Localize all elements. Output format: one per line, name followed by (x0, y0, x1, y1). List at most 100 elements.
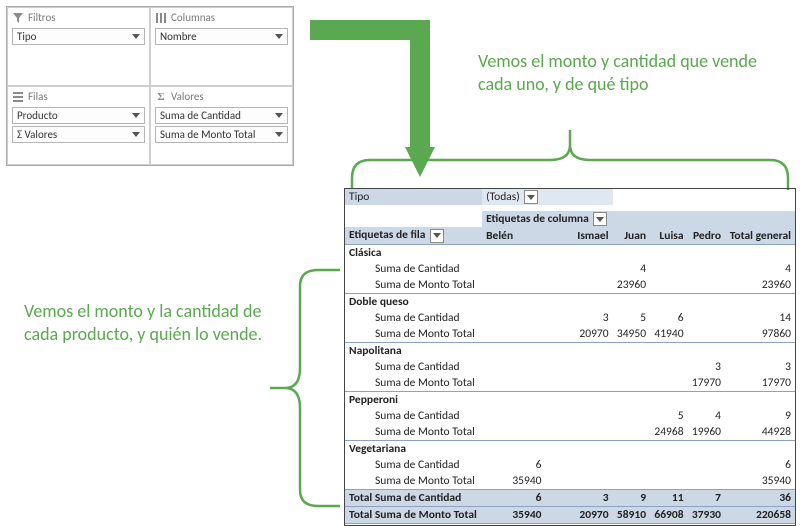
cell: 3 (545, 489, 612, 506)
cell (545, 424, 612, 441)
chevron-down-icon (132, 34, 140, 39)
row-measure: Suma de Cantidad (345, 408, 482, 424)
brace-left-icon (270, 268, 340, 508)
cell (545, 408, 612, 424)
cell (482, 326, 545, 343)
field-pill-suma-cantidad[interactable]: Suma de Cantidad (155, 107, 288, 124)
row-measure: Suma de Monto Total (345, 277, 482, 294)
cell (482, 359, 545, 375)
brace-top-icon (350, 130, 790, 190)
col-header-grand[interactable]: Total general (725, 227, 795, 244)
field-pill-producto[interactable]: Producto (12, 107, 145, 124)
zone-filters-label: Filtros (28, 11, 56, 24)
cell: 41940 (650, 326, 687, 343)
cell (545, 261, 612, 277)
cell (650, 359, 687, 375)
dropdown-icon[interactable] (593, 212, 607, 226)
field-pill-tipo[interactable]: Tipo (12, 28, 145, 45)
cell-total: 6 (725, 457, 795, 473)
table-row: Suma de Cantidad 5 4 9 (345, 408, 795, 424)
row-measure: Suma de Monto Total (345, 375, 482, 392)
sigma-icon: Σ (155, 91, 167, 103)
row-measure: Suma de Monto Total (345, 473, 482, 490)
field-pill-label: Suma de Monto Total (160, 128, 255, 141)
cell (545, 359, 612, 375)
pivot-col-axis-label[interactable]: Etiquetas de columna (482, 211, 612, 227)
field-pill-values-axis[interactable]: Σ Valores (12, 126, 145, 143)
row-product[interactable]: Vegetariana (345, 440, 795, 457)
table-row: Suma de Monto Total 24968 19960 44928 (345, 424, 795, 441)
cell: 6 (482, 457, 545, 473)
cell: 7 (688, 489, 725, 506)
col-header[interactable]: Luisa (650, 227, 687, 244)
col-header[interactable]: Juan (613, 227, 650, 244)
row-measure: Suma de Cantidad (345, 261, 482, 277)
pivot-col-axis-text: Etiquetas de columna (486, 212, 589, 226)
col-header[interactable]: Belén (482, 227, 545, 244)
pivot-column-headers: Etiquetas de fila Belén Ismael Juan Luis… (345, 227, 795, 244)
row-product[interactable]: Doble queso (345, 293, 795, 310)
grand-total-label: Total Suma de Cantidad (345, 489, 482, 506)
chevron-down-icon (275, 132, 283, 137)
field-pill-suma-monto[interactable]: Suma de Monto Total (155, 126, 288, 143)
cell: 11 (650, 489, 687, 506)
col-header[interactable]: Ismael (545, 227, 612, 244)
row-product[interactable]: Pepperoni (345, 391, 795, 408)
zone-rows-header: Filas (12, 90, 145, 103)
zone-columns-header: Columnas (155, 11, 288, 24)
cell (482, 310, 545, 326)
zone-columns[interactable]: Columnas Nombre (150, 7, 293, 86)
row-product[interactable]: Clásica (345, 244, 795, 261)
zone-rows[interactable]: Filas Producto Σ Valores (7, 86, 150, 165)
pivot-filter-field[interactable]: Tipo (345, 189, 482, 205)
cell (650, 261, 687, 277)
cell-total: 3 (725, 359, 795, 375)
field-pill-nombre[interactable]: Nombre (155, 28, 288, 45)
col-header[interactable]: Pedro (688, 227, 725, 244)
cell: 34950 (613, 326, 650, 343)
cell (545, 457, 612, 473)
cell: 37930 (688, 506, 725, 523)
row-product[interactable]: Napolitana (345, 342, 795, 359)
cell: 23960 (613, 277, 650, 294)
cell: 3 (545, 310, 612, 326)
pivot-row-axis-label[interactable]: Etiquetas de fila (345, 227, 482, 244)
chevron-down-icon (132, 113, 140, 118)
cell: 20970 (545, 326, 612, 343)
cell: 4 (688, 408, 725, 424)
chevron-down-icon (132, 132, 140, 137)
pivot-filter-value[interactable]: (Todas) (482, 189, 612, 205)
pivot-table: Tipo (Todas) Etiquetas de columna Etique… (344, 188, 796, 526)
dropdown-icon[interactable] (430, 229, 444, 243)
grand-total-label: Total Suma de Monto Total (345, 506, 482, 523)
row-measure: Suma de Cantidad (345, 310, 482, 326)
cell: 24968 (650, 424, 687, 441)
cell: 19960 (688, 424, 725, 441)
cell: 9 (613, 489, 650, 506)
cell: 17970 (688, 375, 725, 392)
zone-values-label: Valores (171, 90, 204, 103)
zone-filters[interactable]: Filtros Tipo (7, 7, 150, 86)
pivot-table-grid: Tipo (Todas) Etiquetas de columna Etique… (345, 189, 795, 524)
zone-filters-header: Filtros (12, 11, 145, 24)
cell (688, 473, 725, 490)
cell: 35940 (482, 506, 545, 523)
cell (688, 457, 725, 473)
table-row: Suma de Cantidad 3 5 6 14 (345, 310, 795, 326)
cell-total: 14 (725, 310, 795, 326)
grand-total-amt-row: Total Suma de Monto Total 35940 20970 58… (345, 506, 795, 523)
cell: 35940 (482, 473, 545, 490)
table-row: Suma de Cantidad 4 4 (345, 261, 795, 277)
row-measure: Suma de Monto Total (345, 424, 482, 441)
chevron-down-icon (275, 113, 283, 118)
callout-top-text: Vemos el monto y cantidad que vende cada… (478, 50, 788, 95)
table-row: Suma de Monto Total 17970 17970 (345, 375, 795, 392)
dropdown-icon[interactable] (524, 190, 538, 204)
row-measure: Suma de Monto Total (345, 326, 482, 343)
pivot-row-axis-text: Etiquetas de fila (349, 228, 425, 242)
cell (688, 310, 725, 326)
columns-icon (155, 12, 167, 24)
filter-icon (12, 12, 24, 24)
zone-values[interactable]: Σ Valores Suma de Cantidad Suma de Monto… (150, 86, 293, 165)
cell (482, 375, 545, 392)
